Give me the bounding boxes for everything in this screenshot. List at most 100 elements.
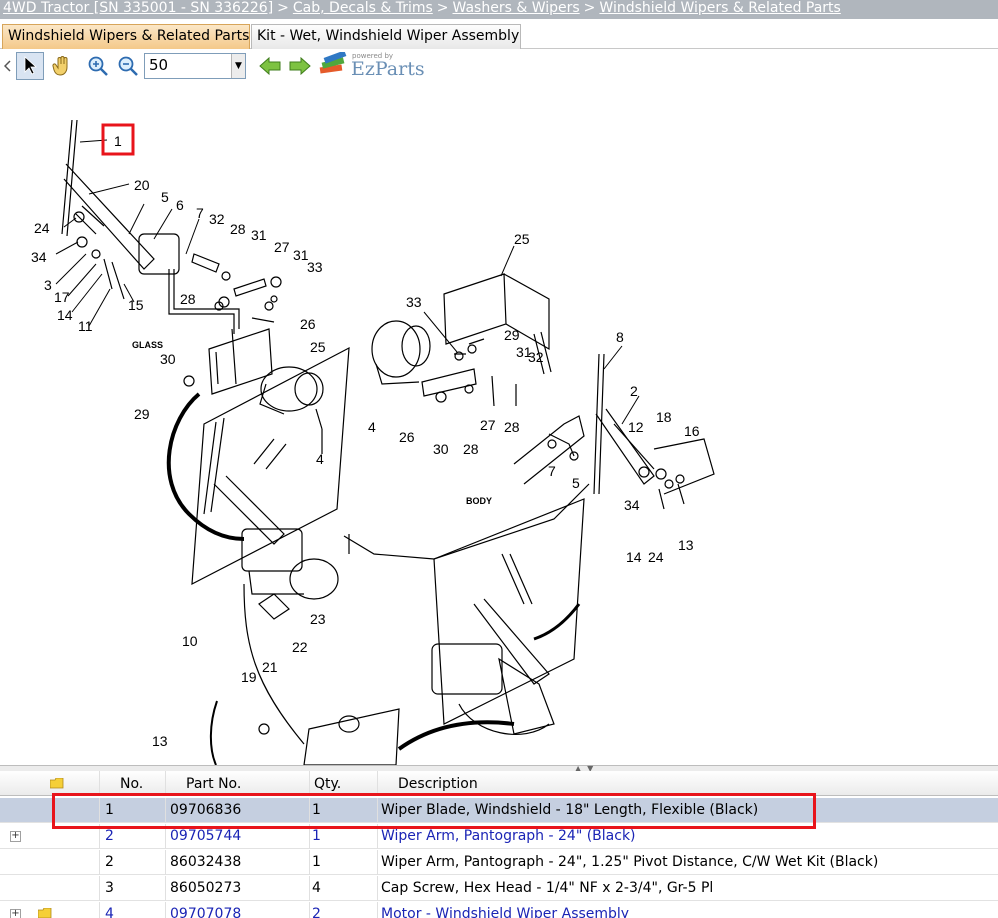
callout-label: 32 [528,349,544,365]
callout-label: 33 [406,294,422,310]
row-part-no[interactable]: 09707078 [166,902,310,918]
breadcrumb-item-wipers[interactable]: Windshield Wipers & Related Parts [599,0,840,16]
row-kit-icon [30,902,100,918]
ezparts-text: EzParts [351,58,425,80]
callout-label: 34 [624,497,640,513]
row-part-no: 86032438 [166,850,310,875]
callout-label: 30 [160,351,176,367]
row-qty[interactable]: 2 [310,902,378,918]
callout-label: 28 [504,419,520,435]
pointer-icon[interactable] [16,52,44,80]
row-part-no: 86050273 [166,876,310,901]
row-description: Wiper Arm, Pantograph - 24", 1.25" Pivot… [381,854,879,870]
row-expander-empty [4,798,28,823]
chevron-down-icon[interactable]: ▼ [231,54,245,78]
row-qty: 4 [310,876,378,901]
callout-label: 15 [128,297,144,313]
callout-label: 4 [368,419,376,435]
callout-label: 8 [616,329,624,345]
zoom-value: 50 [149,56,169,74]
row-description[interactable]: Motor - Windshield Wiper Assembly [378,902,998,918]
callout-label: 25 [310,339,326,355]
callout-labels: 1 20 5 6 7 32 28 31 27 31 33 24 34 3 17 … [31,133,700,749]
callout-label: 5 [572,475,580,491]
breadcrumb-item-cab[interactable]: Cab, Decals & Trims [293,0,433,16]
row-expander[interactable]: + [4,824,28,849]
row-expander-empty [4,876,28,901]
row-description: Cap Screw, Hex Head - 1/4" NF x 2-3/4", … [381,880,714,896]
row-expander[interactable]: + [4,902,28,918]
callout-label: 12 [628,419,644,435]
callout-label: 5 [161,189,169,205]
callout-label: 21 [262,659,278,675]
callout-label: 29 [134,406,150,422]
callout-label: 33 [307,259,323,275]
ezparts-logo: powered by EzParts [318,50,428,82]
callout-label: 24 [648,549,664,565]
exploded-view-drawing: 1 20 5 6 7 32 28 31 27 31 33 24 34 3 17 … [31,119,715,765]
row-expander-empty [4,850,28,875]
parts-diagram[interactable]: 1 20 5 6 7 32 28 31 27 31 33 24 34 3 17 … [4,84,998,765]
callout-label: 14 [626,549,642,565]
row-qty: 1 [310,850,378,875]
callout-label: 13 [678,537,694,553]
callout-label: 19 [241,669,257,685]
zoom-in-icon[interactable] [84,52,112,80]
back-arrow-icon[interactable] [256,52,284,80]
forward-arrow-icon[interactable] [286,52,314,80]
row-no: 3 [100,876,166,901]
zoom-out-icon[interactable] [114,52,142,80]
callout-label: 27 [274,239,290,255]
breadcrumb-separator: > [583,0,596,16]
callout-label: 28 [463,441,479,457]
callout-label: 25 [514,231,530,247]
callout-label: 7 [196,205,204,221]
callout-label: 27 [480,417,496,433]
callout-label: 4 [316,451,324,467]
callout-label: 6 [176,197,184,213]
callout-label: 26 [399,429,415,445]
callout-label: 34 [31,249,47,265]
callout-label: 17 [54,289,70,305]
callout-label: 11 [78,318,93,334]
diagram-toolbar: 50 ▼ powered by EzParts [0,49,998,84]
header-expander [4,771,28,796]
breadcrumb-item-washers[interactable]: Washers & Wipers [453,0,580,16]
books-icon [319,50,347,74]
callout-label: 32 [209,211,225,227]
breadcrumb: 4WD Tractor [SN 335001 - SN 336226] > Cab,… [0,0,998,19]
table-row[interactable]: + 4 09707078 2 Motor - Windshield Wiper … [0,902,998,918]
callout-label: 13 [152,733,168,749]
left-arrow-icon[interactable] [2,52,14,80]
row-no: 2 [100,850,166,875]
tab-bar: Windshield Wipers & Related Parts Kit - … [0,19,998,49]
row-icon-empty [30,850,100,875]
table-row[interactable]: 3 86050273 4 Cap Screw, Hex Head - 1/4" … [0,876,998,901]
callout-label: 24 [34,220,50,236]
expand-plus-icon[interactable]: + [10,831,21,842]
row-icon-empty [30,876,100,901]
breadcrumb-item-tractor[interactable]: 4WD Tractor [SN 335001 - SN 336226] [3,0,273,16]
hand-icon[interactable] [48,52,76,80]
callout-label: 16 [684,423,700,439]
callout-label: 29 [504,327,520,343]
row-no[interactable]: 4 [100,902,166,918]
callout-label: 26 [300,316,316,332]
breadcrumb-separator: > [277,0,289,16]
folder-icon [38,908,52,918]
tab-windshield-wipers[interactable]: Windshield Wipers & Related Parts [2,24,250,49]
callout-label: 28 [230,221,246,237]
expand-plus-icon[interactable]: + [10,909,21,918]
callout-label: 7 [548,463,556,479]
callout-label: 23 [310,611,326,627]
callout-label: 28 [180,291,196,307]
zoom-select[interactable]: 50 ▼ [144,53,246,79]
table-row[interactable]: 2 86032438 1 Wiper Arm, Pantograph - 24"… [0,850,998,875]
callout-label: 3 [44,277,52,293]
callout-label: 20 [134,177,150,193]
callout-label: 18 [656,409,672,425]
tab-wet-kit[interactable]: Kit - Wet, Windshield Wiper Assembly [251,24,521,49]
callout-label: 31 [251,227,267,243]
callout-label: 1 [114,133,122,149]
callout-label: GLASS [132,340,163,350]
